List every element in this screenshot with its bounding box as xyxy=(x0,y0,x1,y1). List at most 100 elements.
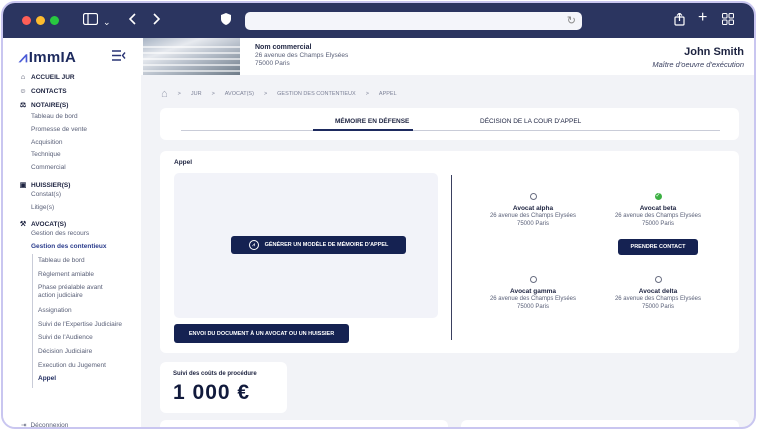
lawyer-address: 26 avenue des Champs Elysées xyxy=(614,296,702,302)
sidebar-subitem-appel[interactable]: Appel xyxy=(38,375,56,383)
sidebar-section-huissiers[interactable]: ▣ HUISSIER(S) xyxy=(19,181,71,190)
maximize-window-button[interactable] xyxy=(50,16,59,25)
appel-title: Appel xyxy=(174,159,193,166)
sidebar-section-contacts[interactable]: ☺ CONTACTS xyxy=(19,88,67,95)
sidebar-item-recours[interactable]: Gestion des recours xyxy=(31,230,89,237)
lawyer-city: 75000 Paris xyxy=(516,304,550,310)
lawyer-address: 26 avenue des Champs Elysées xyxy=(614,213,702,219)
breadcrumb-item[interactable]: JUR xyxy=(191,91,202,97)
logo-mark-icon: ⩘ xyxy=(19,49,28,66)
sidebar-item-contentieux[interactable]: Gestion des contentieux xyxy=(31,243,107,250)
lawyer-card-delta[interactable]: Avocat delta 26 avenue des Champs Elysée… xyxy=(598,276,718,311)
sidebar-subitem-phase-prealable[interactable]: Phase préalable avant action judiciaire xyxy=(38,284,118,300)
section-label: HUISSIER(S) xyxy=(31,181,71,189)
collapse-menu-icon[interactable] xyxy=(112,49,126,64)
lawyer-name: Avocat alpha xyxy=(512,205,554,212)
property-address-line1: 26 avenue des Champs Elysées xyxy=(255,52,349,59)
sidebar-subitem-decision[interactable]: Décision Judiciaire xyxy=(38,348,92,356)
sidebar-item-constats[interactable]: Constat(s) xyxy=(31,191,61,198)
minimize-window-button[interactable] xyxy=(36,16,45,25)
vertical-divider xyxy=(451,175,452,340)
breadcrumb-item[interactable]: GESTION DES CONTENTIEUX xyxy=(277,91,356,97)
costs-title: Suivi des coûts de procédure xyxy=(173,371,257,377)
logout-label: Déconnexion xyxy=(30,421,69,429)
address-bar[interactable]: ↻ xyxy=(245,12,582,30)
sidebar-subitem-execution[interactable]: Execution du Jugement xyxy=(38,362,106,370)
sidebar-subitem-assignation[interactable]: Assignation xyxy=(38,307,72,315)
lawyer-city: 75000 Paris xyxy=(641,221,675,227)
sidebar-section-avocats[interactable]: ⚒ AVOCAT(S) xyxy=(19,220,67,229)
property-info: Nom commercial 26 avenue des Champs Elys… xyxy=(255,44,348,67)
new-tab-icon[interactable]: + xyxy=(698,10,707,26)
breadcrumb-separator: > xyxy=(177,91,181,97)
section-label: NOTAIRE(S) xyxy=(31,101,69,109)
tabs-card: MÉMOIRE EN DÉFENSE DÉCISION DE LA COUR D… xyxy=(160,108,739,140)
sidebar-item-commercial[interactable]: Commercial xyxy=(31,164,66,171)
gavel-icon: ⚒ xyxy=(19,221,27,228)
close-window-button[interactable] xyxy=(22,16,31,25)
bottom-card-left xyxy=(160,420,448,427)
tabs-overview-icon[interactable] xyxy=(722,13,734,28)
app-logo[interactable]: ⩘ImmIA xyxy=(19,49,76,66)
lawyer-name: Avocat gamma xyxy=(510,288,556,295)
breadcrumb-item[interactable]: APPEL xyxy=(379,91,397,97)
breadcrumb-separator: > xyxy=(211,91,215,97)
back-icon[interactable] xyxy=(128,13,136,28)
lawyer-card-beta[interactable]: ✓ Avocat beta 26 avenue des Champs Elysé… xyxy=(598,193,718,228)
share-icon[interactable] xyxy=(674,12,685,29)
bottom-card-right xyxy=(461,420,739,427)
browser-window: ⌄ ↻ + ⩘ImmIA ⌂ ACCUEIL JUR ☺ CONTACTS ⚖ NOT… xyxy=(1,1,756,429)
tab-memoire-defense[interactable]: MÉMOIRE EN DÉFENSE xyxy=(335,118,409,125)
shield-icon xyxy=(221,13,231,28)
chevron-down-icon[interactable]: ⌄ xyxy=(103,15,111,29)
lawyer-radio[interactable] xyxy=(529,276,537,283)
user-icon: ☺ xyxy=(19,88,27,95)
section-label: ACCUEIL JUR xyxy=(31,74,75,81)
ai-logo-icon: ⩘ xyxy=(248,240,259,250)
submenu-guide-line xyxy=(32,254,33,388)
breadcrumb-item[interactable]: AVOCAT(S) xyxy=(225,91,254,97)
send-document-button[interactable]: ENVOI DU DOCUMENT À UN AVOCAT OU UN HUIS… xyxy=(174,324,349,343)
section-label: CONTACTS xyxy=(31,88,67,95)
lawyer-address: 26 avenue des Champs Elysées xyxy=(489,296,577,302)
sidebar-section-accueil[interactable]: ⌂ ACCUEIL JUR xyxy=(19,74,75,81)
sidebar-item-notaire-tableau[interactable]: Tableau de bord xyxy=(31,113,78,120)
lawyer-name: Avocat beta xyxy=(639,205,677,212)
appel-card: Appel ⩘ GÉNÉRER UN MODÈLE DE MÉMOIRE D'A… xyxy=(160,151,739,353)
logout-link[interactable]: ⇥ Déconnexion xyxy=(21,421,69,429)
sidebar-section-notaires[interactable]: ⚖ NOTAIRE(S) xyxy=(19,101,69,110)
property-address-line2: 75000 Paris xyxy=(255,60,290,67)
reload-icon[interactable]: ↻ xyxy=(567,14,576,27)
tab-underline-track xyxy=(181,130,720,131)
sidebar-item-litiges[interactable]: Litige(s) xyxy=(31,204,54,211)
section-label: AVOCAT(S) xyxy=(31,220,67,228)
property-thumbnail xyxy=(143,38,240,75)
document-dropzone[interactable]: ⩘ GÉNÉRER UN MODÈLE DE MÉMOIRE D'APPEL xyxy=(174,173,438,318)
lawyer-city: 75000 Paris xyxy=(516,221,550,227)
breadcrumb-separator: > xyxy=(263,91,268,97)
sidebar-subitem-audience[interactable]: Suivi de l'Audience xyxy=(38,334,93,342)
generate-template-label: GÉNÉRER UN MODÈLE DE MÉMOIRE D'APPEL xyxy=(264,242,389,248)
user-info[interactable]: John Smith Maître d'oeuvre d'exécution xyxy=(652,46,744,69)
generate-template-button[interactable]: ⩘ GÉNÉRER UN MODÈLE DE MÉMOIRE D'APPEL xyxy=(231,236,406,254)
contact-button[interactable]: PRENDRE CONTACT xyxy=(618,239,698,255)
sidebar-item-technique[interactable]: Technique xyxy=(31,151,61,158)
sidebar-subitem-tableau[interactable]: Tableau de bord xyxy=(38,257,85,265)
lawyer-radio[interactable] xyxy=(529,193,537,200)
sidebar-toggle-icon[interactable] xyxy=(82,12,99,28)
forward-icon[interactable] xyxy=(153,13,161,28)
costs-value: 1 000 € xyxy=(173,381,251,404)
lawyer-radio-checked-icon[interactable]: ✓ xyxy=(654,193,662,200)
user-role: Maître d'oeuvre d'exécution xyxy=(652,60,744,69)
sidebar-item-acquisition[interactable]: Acquisition xyxy=(31,139,62,146)
home-icon[interactable]: ⌂ xyxy=(161,88,168,100)
sidebar-item-promesse[interactable]: Promesse de vente xyxy=(31,126,87,133)
lawyer-radio[interactable] xyxy=(654,276,662,283)
sidebar-subitem-reglement[interactable]: Règlement amiable xyxy=(38,271,94,279)
sidebar-subitem-expertise[interactable]: Suivi de l'Expertise Judiciaire xyxy=(38,321,122,329)
tab-decision-cour-appel[interactable]: DÉCISION DE LA COUR D'APPEL xyxy=(480,118,581,125)
lawyer-card-gamma[interactable]: Avocat gamma 26 avenue des Champs Elysée… xyxy=(473,276,593,311)
lawyer-address: 26 avenue des Champs Elysées xyxy=(489,213,577,219)
logo-text: ImmIA xyxy=(28,49,77,66)
lawyer-card-alpha[interactable]: Avocat alpha 26 avenue des Champs Elysée… xyxy=(473,193,593,228)
